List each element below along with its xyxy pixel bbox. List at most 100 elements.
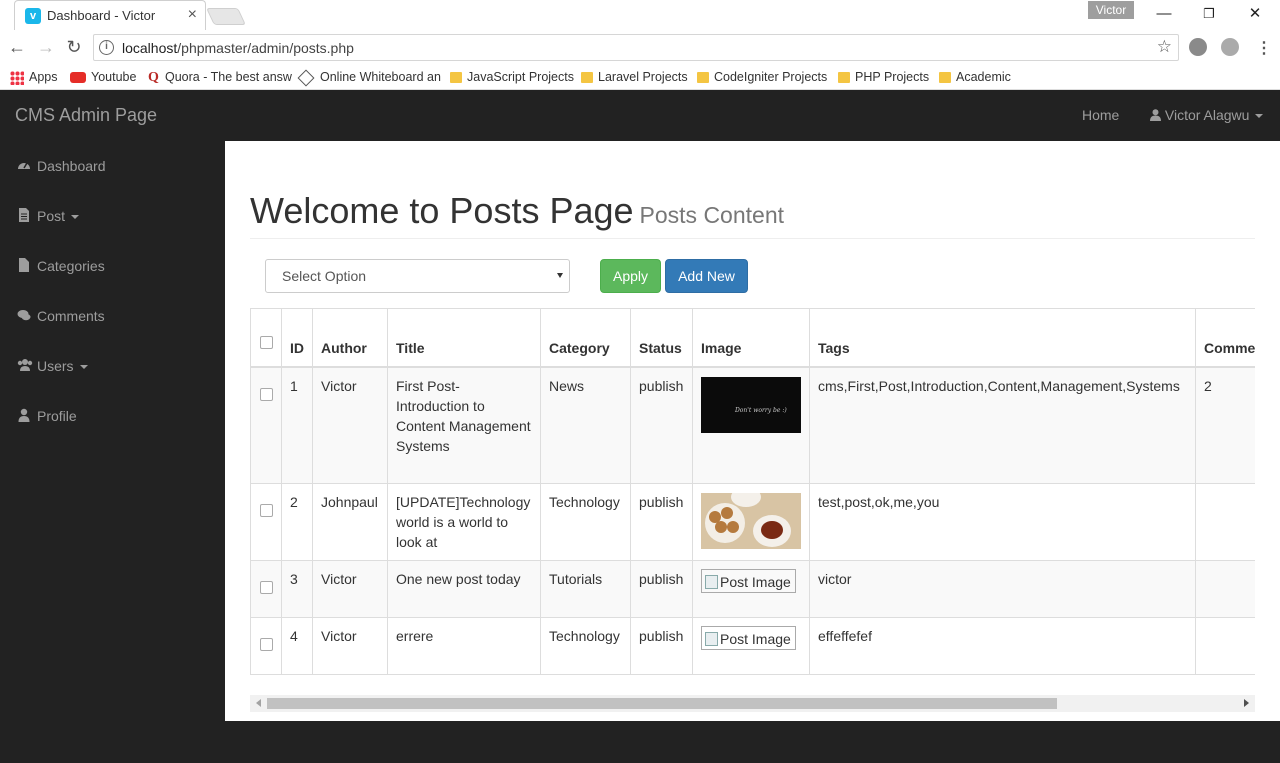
url-input[interactable]: i localhost/phpmaster/admin/posts.php ☆ — [93, 34, 1179, 61]
horizontal-scrollbar[interactable] — [250, 695, 1255, 712]
tab-close-icon[interactable]: × — [188, 6, 197, 24]
apply-button[interactable]: Apply — [600, 259, 661, 293]
bookmark-label: CodeIgniter Projects — [714, 70, 828, 84]
row-checkbox[interactable] — [260, 387, 273, 401]
extension-icon[interactable] — [1189, 38, 1207, 56]
cell-comments: 2 — [1195, 366, 1255, 484]
bookmark-codeigniter-projects[interactable]: CodeIgniter Projects — [697, 68, 827, 86]
select-arrow-icon — [557, 273, 563, 278]
minimize-icon[interactable]: — — [1153, 4, 1175, 24]
sidebar: Dashboard Post Categories Comments Users… — [0, 141, 225, 721]
broken-image: Post Image — [701, 569, 796, 593]
sidebar-item-categories[interactable]: Categories — [0, 241, 225, 291]
restore-icon[interactable]: ❐ — [1198, 4, 1220, 24]
column-header[interactable]: Author — [312, 308, 388, 368]
cell-category: Technology — [540, 617, 631, 675]
sidebar-item-label: Categories — [37, 258, 105, 274]
cell-author: Victor — [312, 366, 388, 484]
bookmark-label: Online Whiteboard an — [320, 70, 441, 84]
sidebar-item-label: Comments — [37, 308, 105, 324]
column-header[interactable]: ID — [281, 308, 313, 368]
reload-icon[interactable]: ↻ — [63, 36, 85, 58]
url-text: localhost/phpmaster/admin/posts.php — [122, 40, 354, 56]
row-checkbox[interactable] — [260, 581, 273, 594]
cell-image: Don't worry be :) — [692, 366, 810, 484]
bookmark-apps[interactable]: Apps — [10, 68, 58, 86]
bookmark-quora[interactable]: Q Quora - The best answ — [148, 68, 292, 86]
nav-home-link[interactable]: Home — [1082, 107, 1119, 123]
cell-tags: victor — [809, 560, 1196, 618]
navbar-brand[interactable]: CMS Admin Page — [15, 105, 157, 126]
scrollbar-thumb[interactable] — [267, 698, 1057, 709]
row-checkbox[interactable] — [260, 638, 273, 651]
select-all-cell — [250, 308, 282, 368]
browser-tab[interactable]: v Dashboard - Victor × — [14, 0, 206, 30]
cell-category: News — [540, 366, 631, 484]
column-header[interactable]: Title — [387, 308, 541, 368]
bookmark-academic[interactable]: Academic — [939, 68, 1011, 86]
sidebar-item-users[interactable]: Users — [0, 341, 225, 391]
row-select-cell — [250, 617, 282, 675]
extension-icon[interactable] — [1221, 38, 1239, 56]
sidebar-item-comments[interactable]: Comments — [0, 291, 225, 341]
scroll-left-icon[interactable] — [256, 699, 261, 707]
user-dropdown[interactable]: Victor Alagwu — [1150, 107, 1264, 123]
column-header[interactable]: Comme — [1195, 308, 1255, 368]
folder-icon — [450, 72, 462, 84]
file-text-icon — [19, 208, 29, 222]
cell-comments — [1195, 483, 1255, 561]
folder-icon — [838, 72, 850, 84]
column-header[interactable]: Image — [692, 308, 810, 368]
forward-icon[interactable]: → — [35, 36, 57, 58]
caret-down-icon — [1255, 114, 1264, 119]
users-icon — [17, 359, 33, 371]
browser-menu-icon[interactable]: ⋮ — [1256, 38, 1272, 58]
posts-table: ID Author Title Category Status Image Ta… — [250, 308, 1255, 675]
page-title: Welcome to Posts Page — [250, 190, 634, 231]
table-row: 2 Johnpaul [UPDATE]Technology world is a… — [250, 483, 1255, 561]
bookmark-whiteboard[interactable]: Online Whiteboard an — [297, 68, 441, 87]
select-all-checkbox[interactable] — [260, 335, 273, 349]
scroll-right-icon[interactable] — [1244, 699, 1249, 707]
cell-id: 4 — [281, 617, 313, 675]
page-content: Welcome to Posts Page Posts Content Selec… — [225, 141, 1280, 721]
bookmarks-bar: Apps Youtube Q Quora - The best answ Onli… — [0, 64, 1280, 90]
bookmark-youtube[interactable]: Youtube — [70, 68, 136, 86]
cell-image: Post Image — [692, 617, 810, 675]
cell-status: publish — [630, 560, 693, 618]
quora-icon: Q — [148, 69, 159, 85]
file-icon — [19, 258, 29, 272]
bookmark-php-projects[interactable]: PHP Projects — [838, 68, 929, 86]
bulk-options-select[interactable]: Select Option — [265, 259, 570, 293]
bookmark-label: JavaScript Projects — [467, 70, 574, 84]
user-icon — [1150, 109, 1161, 121]
new-tab-button[interactable] — [206, 8, 246, 25]
cell-image — [692, 483, 810, 561]
row-checkbox[interactable] — [260, 504, 273, 517]
column-header[interactable]: Tags — [809, 308, 1196, 368]
add-new-button[interactable]: Add New — [665, 259, 748, 293]
sidebar-item-label: Profile — [37, 408, 77, 424]
bookmark-laravel-projects[interactable]: Laravel Projects — [581, 68, 688, 86]
vimeo-favicon-icon: v — [25, 8, 41, 24]
sidebar-item-profile[interactable]: Profile — [0, 391, 225, 441]
cell-title: errere — [387, 617, 541, 675]
comments-icon — [17, 310, 31, 321]
bookmark-javascript-projects[interactable]: JavaScript Projects — [450, 68, 574, 86]
window-close-icon[interactable]: ✕ — [1244, 4, 1266, 24]
column-header[interactable]: Category — [540, 308, 631, 368]
cell-comments — [1195, 560, 1255, 618]
column-header[interactable]: Status — [630, 308, 693, 368]
sidebar-item-dashboard[interactable]: Dashboard — [0, 141, 225, 191]
cell-tags: cms,First,Post,Introduction,Content,Mana… — [809, 366, 1196, 484]
back-icon[interactable]: ← — [6, 36, 28, 58]
sidebar-item-post[interactable]: Post — [0, 191, 225, 241]
cell-title: First Post- Introduction to Content Mana… — [387, 366, 541, 484]
row-select-cell — [250, 483, 282, 561]
user-name: Victor Alagwu — [1164, 107, 1250, 123]
bookmark-star-icon[interactable]: ☆ — [1157, 37, 1172, 57]
profile-chip[interactable]: Victor — [1088, 1, 1134, 19]
cell-title: One new post today — [387, 560, 541, 618]
site-info-icon[interactable]: i — [99, 40, 114, 55]
table-row: 3 Victor One new post today Tutorials pu… — [250, 560, 1255, 618]
